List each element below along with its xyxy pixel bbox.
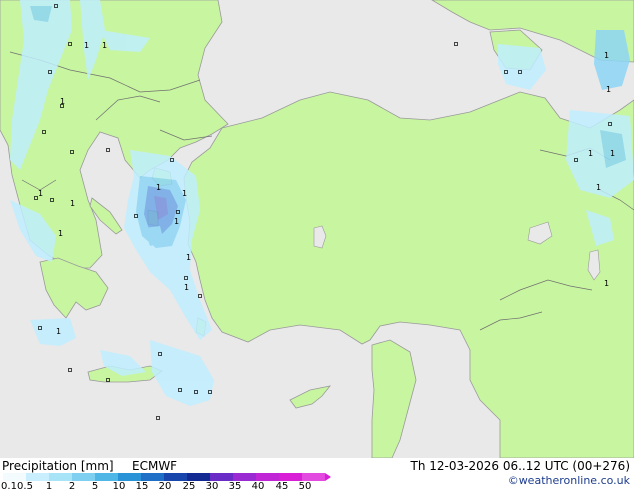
color-scale-tick-label: 15 (135, 481, 149, 492)
color-scale-tick-label: 0.1 (1, 481, 17, 492)
land-peloponnese (39, 257, 109, 319)
land-cyprus (289, 385, 331, 409)
color-scale-segment (26, 473, 49, 481)
color-scale-segment (210, 473, 233, 481)
precip-value-label: 1 (610, 149, 615, 158)
precip-value-label: 1 (56, 327, 61, 336)
station-marker (68, 368, 72, 372)
precip-value-label: 1 (84, 41, 89, 50)
color-scale-tick-label: 1 (45, 481, 53, 492)
color-scale-segment (302, 473, 325, 481)
precip-value-label: 1 (184, 283, 189, 292)
color-scale-tick-label: 50 (298, 481, 312, 492)
precip-value-label: 1 (174, 217, 179, 226)
precip-value-label: 1 (596, 183, 601, 192)
color-scale-tick-label: 30 (205, 481, 219, 492)
color-scale-segment (141, 473, 164, 481)
station-marker (454, 42, 458, 46)
station-marker (156, 416, 160, 420)
color-scale-segment (233, 473, 256, 481)
precip-value-label: 1 (588, 149, 593, 158)
color-scale-segment (187, 473, 210, 481)
color-scale-tick-label: 10 (112, 481, 126, 492)
color-scale-tick-label: 2 (68, 481, 76, 492)
color-scale-tick-label: 0.5 (17, 481, 33, 492)
precip-value-label: 1 (70, 199, 75, 208)
color-scale-segment (72, 473, 95, 481)
color-scale-segment (3, 473, 26, 481)
color-scale-arrow (325, 473, 331, 481)
precip-value-label: 1 (102, 41, 107, 50)
color-scale-segment (49, 473, 72, 481)
color-scale-tick-label: 40 (251, 481, 265, 492)
map-canvas: 1 11111111111111 111 (0, 0, 634, 458)
color-scale-tick-label: 5 (91, 481, 99, 492)
precip-value-label: 1 (606, 85, 611, 94)
footer-bar: Precipitation [mm] ECMWF Th 12-03-2026 0… (0, 458, 634, 492)
forecast-datetime: Th 12-03-2026 06..12 UTC (00+276) (410, 459, 630, 473)
color-scale-tick-label: 35 (228, 481, 242, 492)
precip-value-label: 1 (186, 253, 191, 262)
model-name: ECMWF (132, 459, 178, 473)
map-title: Precipitation [mm] (2, 459, 114, 473)
color-scale-segment (118, 473, 141, 481)
color-scale-tick-label: 20 (158, 481, 172, 492)
precip-value-label: 1 (156, 183, 161, 192)
station-marker (106, 148, 110, 152)
color-scale-segment (279, 473, 302, 481)
precip-value-label: 1 (182, 189, 187, 198)
precip-value-label: 1 (58, 229, 63, 238)
precip-value-label: 1 (604, 279, 609, 288)
color-scale-segment (256, 473, 279, 481)
color-scale-segment (164, 473, 187, 481)
color-scale-tick-label: 25 (182, 481, 196, 492)
land-levant (371, 339, 417, 458)
precip-value-label: 1 (604, 51, 609, 60)
color-scale-segment (95, 473, 118, 481)
color-scale-tick-label: 45 (275, 481, 289, 492)
source-credit[interactable]: ©weatheronline.co.uk (508, 474, 630, 487)
precipitation-map: 111111111111111111 (0, 0, 634, 458)
precip-value-label: 1 (38, 189, 43, 198)
color-scale-bar (3, 473, 325, 481)
